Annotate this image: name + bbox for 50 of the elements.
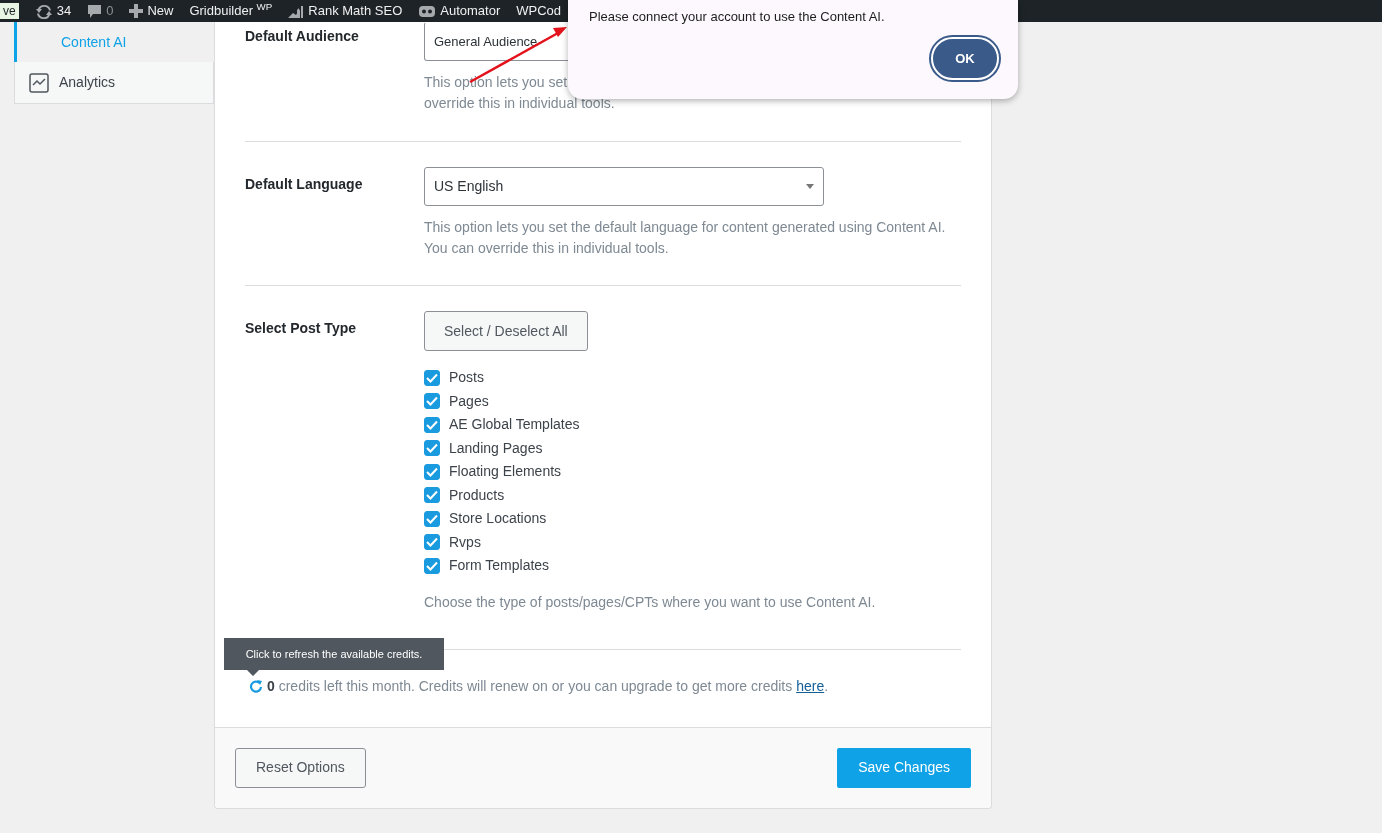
checkbox-label: AE Global Templates bbox=[449, 415, 580, 435]
caret-icon bbox=[806, 184, 814, 189]
checkbox[interactable] bbox=[424, 463, 440, 480]
help-text: This option lets you set bbox=[424, 73, 569, 92]
checkbox-label: Pages bbox=[449, 391, 489, 411]
reset-options-button[interactable]: Reset Options bbox=[235, 747, 366, 788]
side-tab[interactable]: Analytics bbox=[14, 62, 214, 104]
setting-label: Default Audience bbox=[245, 27, 360, 46]
toolbar-item[interactable]: Gridbuilder $^{WP}$ bbox=[189, 1, 273, 21]
checkbox[interactable] bbox=[424, 487, 440, 504]
checkbox[interactable] bbox=[424, 557, 440, 574]
checkbox[interactable] bbox=[424, 393, 440, 410]
toolbar-item[interactable]: Automator bbox=[418, 0, 501, 22]
checkbox-label: Landing Pages bbox=[449, 438, 543, 458]
help-text: This option lets you set the default language for content generated using Content AI. bbox=[424, 218, 947, 237]
speech-bubble-icon bbox=[87, 3, 103, 19]
checkbox-label: Posts bbox=[449, 368, 484, 388]
ok-button[interactable]: OK bbox=[931, 37, 999, 80]
here-link[interactable]: here bbox=[796, 677, 825, 694]
checkbox[interactable] bbox=[424, 440, 440, 457]
checkbox-label: Form Templates bbox=[449, 556, 550, 576]
checkbox[interactable] bbox=[424, 534, 440, 551]
checkbox[interactable] bbox=[424, 369, 440, 386]
bar-chart-icon bbox=[288, 3, 305, 19]
checkbox-label: Store Locations bbox=[449, 509, 547, 529]
help-text: Choose the type of posts/pages/CPTs where you want to use Content AI. bbox=[424, 592, 877, 612]
setting-label: Select Post Type bbox=[245, 319, 357, 338]
toolbar-item[interactable]: WPCod bbox=[516, 1, 562, 21]
plus-icon bbox=[129, 4, 144, 18]
credits-text: 0 credits left this month. Credits will renew on or you can upgrade to get more credits here. bbox=[267, 676, 829, 696]
checkbox-label: Rvps bbox=[449, 532, 481, 552]
toolbar-item[interactable]: New bbox=[129, 0, 174, 22]
line-chart-icon bbox=[29, 72, 49, 93]
refresh-icon[interactable] bbox=[249, 679, 263, 693]
toolbar-item[interactable]: 0 bbox=[87, 0, 114, 22]
checkbox[interactable] bbox=[424, 510, 440, 527]
checkbox-label: Floating Elements bbox=[449, 462, 562, 482]
toolbar-item[interactable]: Rank Math SEO bbox=[288, 0, 403, 22]
toolbar-item[interactable]: 34 bbox=[34, 0, 72, 22]
robot-icon bbox=[418, 3, 437, 19]
help-text: You can override this in individual tools. bbox=[424, 239, 670, 258]
checkbox[interactable] bbox=[424, 416, 440, 433]
status-badge: ve bbox=[0, 3, 19, 19]
select-all-button[interactable]: Select / Deselect All bbox=[424, 311, 588, 351]
dropdown[interactable]: US English bbox=[424, 167, 824, 206]
help-text: override this in individual tools. bbox=[424, 94, 616, 113]
refresh-icon bbox=[34, 3, 53, 19]
setting-label: Default Language bbox=[245, 175, 364, 194]
dialog-message: Please connect your account to use the Content AI. bbox=[589, 8, 885, 26]
checkbox-label: Products bbox=[449, 485, 505, 505]
